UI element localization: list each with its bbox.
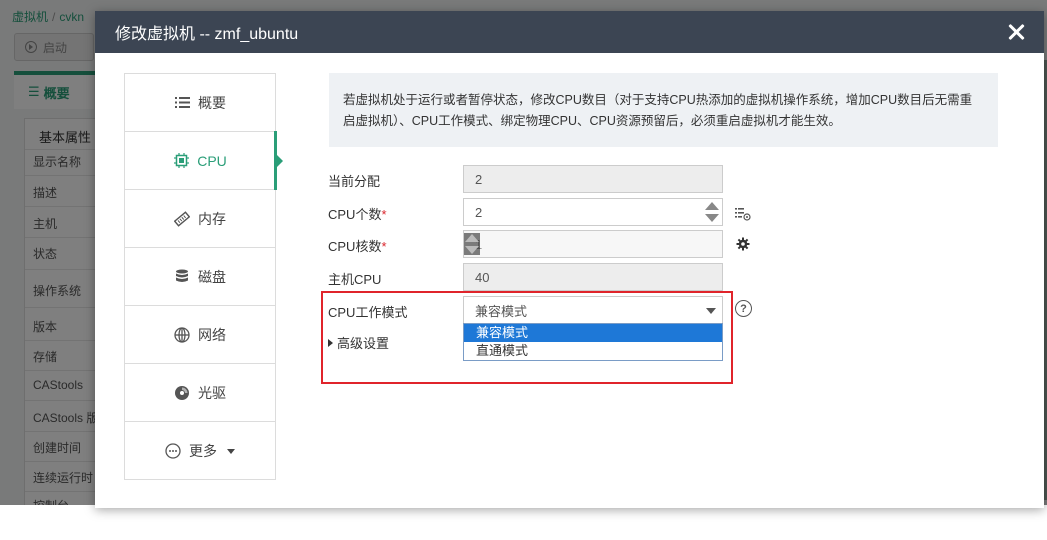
nav-item-label: 概要 [198, 94, 226, 111]
nav-item-label: CPU [197, 152, 227, 169]
cpu-cores-label-text: CPU核数 [328, 239, 382, 254]
nav-item-label: 磁盘 [198, 268, 226, 285]
chevron-down-icon[interactable] [706, 308, 716, 314]
disk-icon [174, 269, 190, 285]
close-icon[interactable] [1006, 22, 1026, 42]
host-cpu-value: 40 [475, 269, 490, 285]
stepper-buttons[interactable] [704, 201, 720, 223]
stepper-up-icon[interactable] [705, 202, 719, 210]
host-cpu-field: 40 [463, 263, 723, 291]
list-icon [174, 95, 190, 111]
advanced-settings-label: 高级设置 [337, 336, 390, 351]
current-alloc-value: 2 [475, 171, 483, 187]
current-alloc-field: 2 [463, 165, 723, 193]
cpu-count-label: CPU个数* [328, 204, 387, 223]
nav-item-more[interactable]: 更多 [125, 422, 275, 480]
nav-item-network[interactable]: 网络 [125, 306, 275, 364]
cpu-icon [173, 153, 189, 169]
globe-icon [174, 326, 190, 343]
screen: 虚拟机/cvkn 启动 ☰ 概要 基本属性 显示名称 描述 主机 状态 操作系统… [0, 0, 1047, 540]
nav-item-overview[interactable]: 概要 [125, 74, 275, 132]
chevron-down-icon [227, 448, 235, 454]
cpu-topology-icon[interactable] [735, 206, 751, 222]
cpu-mode-dropdown: 兼容模式 直通模式 [463, 323, 723, 361]
nav-item-label: 更多 [189, 443, 217, 459]
nav-item-cpu[interactable]: CPU [125, 131, 283, 190]
host-cpu-label: 主机CPU [328, 272, 382, 287]
dialog-header: 修改虚拟机 -- zmf_ubuntu [95, 11, 1044, 53]
cpu-cores-label: CPU核数* [328, 236, 387, 255]
dropdown-option[interactable]: 兼容模式 [464, 324, 722, 342]
cpu-count-value: 2 [475, 204, 483, 220]
cpu-count-stepper[interactable]: 2 [463, 198, 723, 226]
caret-right-icon [328, 338, 333, 347]
nav-item-cdrom[interactable]: 光驱 [125, 364, 275, 422]
advanced-settings-toggle[interactable]: 高级设置 [328, 333, 389, 352]
cpu-mode-select[interactable]: 兼容模式 [463, 296, 723, 324]
stepper-up-icon[interactable] [465, 234, 479, 242]
gear-icon[interactable] [735, 236, 751, 252]
nav-item-disk[interactable]: 磁盘 [125, 248, 275, 306]
nav-item-label: 网络 [198, 326, 226, 343]
cdrom-icon [174, 385, 190, 401]
cpu-count-label-text: CPU个数 [328, 207, 382, 222]
required-mark: * [381, 239, 387, 254]
more-icon [165, 443, 181, 459]
cpu-cores-stepper[interactable]: 1 [463, 230, 723, 258]
dropdown-option[interactable]: 直通模式 [464, 342, 722, 360]
stepper-buttons[interactable] [464, 233, 480, 255]
stepper-down-icon[interactable] [465, 246, 479, 254]
required-mark: * [381, 207, 387, 222]
nav-item-label: 光驱 [198, 384, 226, 401]
bottom-margin [0, 505, 1047, 540]
dialog-title: 修改虚拟机 -- zmf_ubuntu [115, 26, 299, 43]
cpu-mode-label: CPU工作模式 [328, 305, 408, 320]
nav-item-label: 内存 [198, 210, 226, 227]
memory-icon [174, 210, 190, 227]
edit-vm-dialog: 修改虚拟机 -- zmf_ubuntu 概要 CPU 内存 磁盘 网络 光驱 更… [95, 11, 1044, 508]
cpu-mode-value: 兼容模式 [475, 303, 528, 319]
current-alloc-label: 当前分配 [328, 174, 381, 189]
info-banner: 若虚拟机处于运行或者暂停状态，修改CPU数目（对于支持CPU热添加的虚拟机操作系… [329, 73, 998, 147]
help-icon[interactable]: ? [735, 300, 752, 317]
settings-nav: 概要 CPU 内存 磁盘 网络 光驱 更多 [124, 73, 283, 480]
stepper-down-icon[interactable] [705, 214, 719, 222]
nav-item-memory[interactable]: 内存 [125, 190, 275, 248]
